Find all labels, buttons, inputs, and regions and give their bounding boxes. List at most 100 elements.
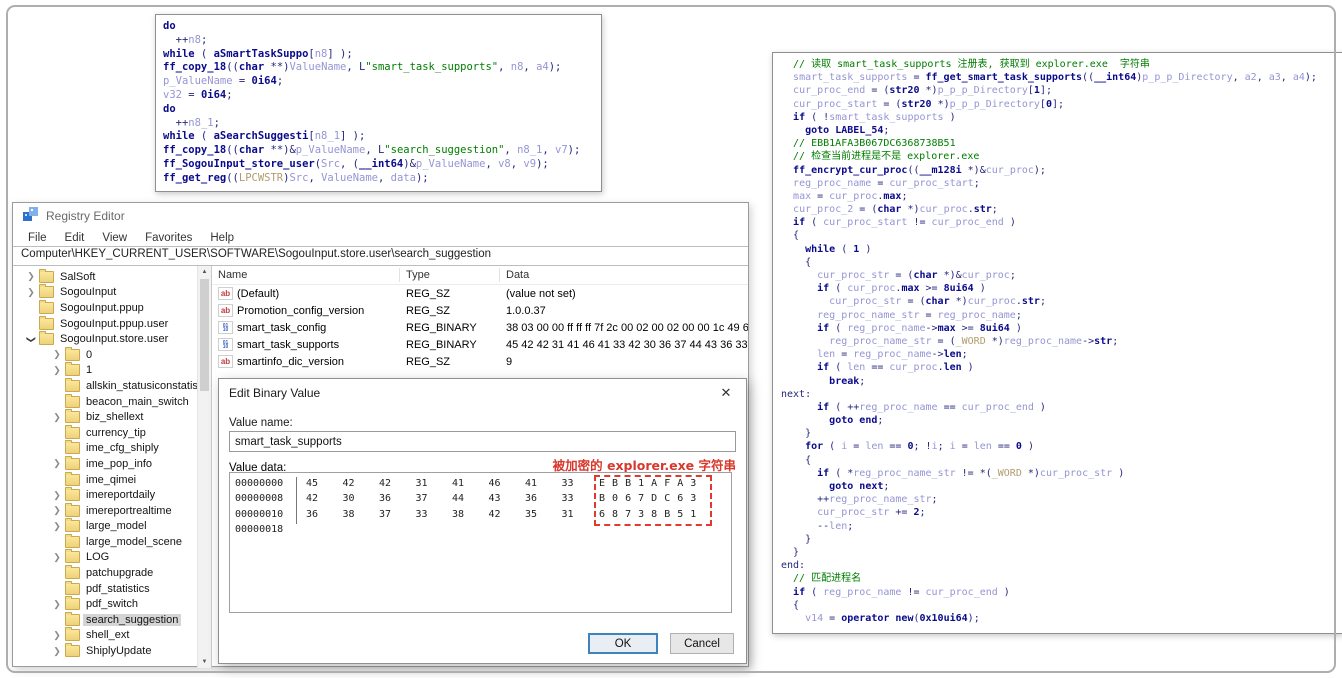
- value-data: 1.0.0.37: [506, 304, 546, 317]
- tree-item-label: SogouInput.ppup: [60, 301, 144, 314]
- value-data: 9: [506, 355, 513, 368]
- hex-byte[interactable]: 43: [480, 491, 517, 506]
- hex-byte[interactable]: 41: [516, 476, 553, 491]
- hex-byte[interactable]: 33: [407, 507, 444, 522]
- tree-item-1[interactable]: ❯ 1: [13, 362, 197, 379]
- address-bar[interactable]: Computer\HKEY_CURRENT_USER\SOFTWARE\Sogo…: [13, 247, 748, 266]
- ok-button[interactable]: OK: [588, 633, 658, 654]
- hex-byte[interactable]: 33: [553, 491, 590, 506]
- code-line: while ( aSearchSuggesti[n8_1] );: [163, 130, 366, 143]
- menu-file[interactable]: File: [19, 232, 56, 244]
- expand-icon[interactable]: ❯: [51, 521, 63, 532]
- tree-item-ime_qimei[interactable]: ime_qimei: [13, 471, 197, 488]
- menu-favorites[interactable]: Favorites: [136, 232, 201, 244]
- tree-item-pdf_switch[interactable]: ❯ pdf_switch: [13, 596, 197, 612]
- hex-byte[interactable]: 36: [370, 491, 407, 506]
- hex-byte[interactable]: 44: [443, 491, 480, 506]
- folder-icon: [65, 502, 80, 517]
- hex-byte[interactable]: 31: [407, 476, 444, 491]
- column-header-data[interactable]: Data: [500, 268, 748, 282]
- value-name-input[interactable]: [229, 431, 736, 452]
- tree-item-allskin_statusiconstatistics[interactable]: allskin_statusiconstatistics: [13, 377, 197, 394]
- dialog-titlebar[interactable]: Edit Binary Value ✕: [219, 379, 746, 407]
- hex-byte[interactable]: 41: [443, 476, 480, 491]
- menu-view[interactable]: View: [93, 232, 136, 244]
- tree-item-large_model_scene[interactable]: large_model_scene: [13, 533, 197, 550]
- hex-byte[interactable]: 35: [516, 507, 553, 522]
- hex-byte[interactable]: 45: [297, 476, 334, 491]
- registry-value-row[interactable]: ab (Default) REG_SZ (value not set): [212, 285, 748, 302]
- registry-value-row[interactable]: ab Promotion_config_version REG_SZ 1.0.0.37: [212, 302, 748, 319]
- tree-item-ShiplyUpdate[interactable]: ❯ ShiplyUpdate: [13, 643, 197, 659]
- expand-icon[interactable]: ❯: [51, 365, 63, 376]
- hex-byte[interactable]: 42: [480, 507, 517, 522]
- scroll-up-icon[interactable]: ▲: [202, 266, 208, 278]
- collapse-icon[interactable]: ❯: [26, 333, 37, 345]
- expand-icon[interactable]: ❯: [51, 458, 63, 469]
- expand-icon[interactable]: ❯: [25, 287, 37, 298]
- scrollbar-thumb[interactable]: [200, 279, 209, 391]
- code-line: v14 = operator new(0x10ui64);: [805, 612, 980, 624]
- hex-byte[interactable]: 42: [297, 491, 334, 506]
- tree-item-imereportdaily[interactable]: ❯ imereportdaily: [13, 487, 197, 503]
- menu-help[interactable]: Help: [201, 232, 243, 244]
- tree-item-imereportrealtime[interactable]: ❯ imereportrealtime: [13, 502, 197, 519]
- hex-byte[interactable]: 42: [370, 476, 407, 491]
- tree-item-beacon_main_switch[interactable]: beacon_main_switch: [13, 393, 197, 410]
- expand-icon[interactable]: ❯: [25, 271, 37, 282]
- tree-item-biz_shellext[interactable]: ❯ biz_shellext: [13, 409, 197, 425]
- hex-editor[interactable]: 00000000 45 42 42 31 41 46 41 33 E B B 1 A F A 30…: [229, 472, 732, 613]
- tree-scrollbar[interactable]: ▲ ▼: [197, 266, 211, 668]
- code-line: ++n8_1;: [163, 116, 220, 129]
- expand-icon[interactable]: ❯: [51, 599, 63, 610]
- tree-item-patchupgrade[interactable]: patchupgrade: [13, 565, 197, 581]
- column-header-name[interactable]: Name: [212, 268, 400, 282]
- value-type: REG_SZ: [406, 304, 451, 317]
- expand-icon[interactable]: ❯: [51, 646, 63, 657]
- tree-item-label: imereportrealtime: [86, 504, 172, 517]
- menu-edit[interactable]: Edit: [56, 232, 94, 244]
- tree-item-pdf_statistics[interactable]: pdf_statistics: [13, 580, 197, 597]
- hex-byte[interactable]: 38: [443, 507, 480, 522]
- hex-byte[interactable]: 36: [516, 491, 553, 506]
- scroll-down-icon[interactable]: ▼: [202, 656, 208, 668]
- tree-item-search_suggestion[interactable]: search_suggestion: [13, 611, 197, 628]
- hex-byte[interactable]: 33: [553, 476, 590, 491]
- tree-item-shell_ext[interactable]: ❯ shell_ext: [13, 627, 197, 644]
- tree-item-SalSoft[interactable]: ❯ SalSoft: [13, 268, 197, 285]
- registry-value-row[interactable]: ab smartinfo_dic_version REG_SZ 9: [212, 353, 748, 370]
- tree-item-ime_pop_info[interactable]: ❯ ime_pop_info: [13, 455, 197, 472]
- registry-value-row[interactable]: 01 10 smart_task_supports REG_BINARY 45 42 …: [212, 336, 748, 353]
- hex-byte[interactable]: 36: [297, 507, 334, 522]
- close-icon[interactable]: ✕: [706, 379, 746, 407]
- expand-icon[interactable]: ❯: [51, 505, 63, 516]
- tree-item-large_model[interactable]: ❯ large_model: [13, 518, 197, 535]
- tree-item-currency_tip[interactable]: currency_tip: [13, 424, 197, 441]
- column-header-type[interactable]: Type: [400, 268, 500, 282]
- expand-icon[interactable]: ❯: [51, 630, 63, 641]
- dialog-title: Edit Binary Value: [229, 386, 321, 400]
- hex-byte[interactable]: 37: [370, 507, 407, 522]
- expand-icon[interactable]: ❯: [51, 412, 63, 423]
- expand-icon[interactable]: ❯: [51, 552, 63, 563]
- expand-icon[interactable]: ❯: [51, 349, 63, 360]
- tree-item-SogouInput.ppup.user[interactable]: SogouInput.ppup.user: [13, 315, 197, 332]
- hex-byte[interactable]: 42: [334, 476, 371, 491]
- hex-byte[interactable]: 38: [334, 507, 371, 522]
- cancel-button[interactable]: Cancel: [670, 633, 734, 654]
- tree-item-0[interactable]: ❯ 0: [13, 346, 197, 363]
- tree-item-LOG[interactable]: ❯ LOG: [13, 549, 197, 566]
- registry-titlebar[interactable]: Registry Editor: [13, 203, 748, 229]
- hex-byte[interactable]: 46: [480, 476, 517, 491]
- code-line: if ( !smart_task_supports ): [793, 111, 956, 123]
- code-line: reg_proc_name_str = (_WORD *)reg_proc_na…: [829, 335, 1119, 347]
- hex-byte[interactable]: 31: [553, 507, 590, 522]
- tree-item-SogouInput.store.user[interactable]: ❯ SogouInput.store.user: [13, 331, 197, 347]
- expand-icon[interactable]: ❯: [51, 490, 63, 501]
- hex-byte[interactable]: 30: [334, 491, 371, 506]
- tree-item-ime_cfg_shiply[interactable]: ime_cfg_shiply: [13, 440, 197, 457]
- registry-value-row[interactable]: 01 10 smart_task_config REG_BINARY 38 03 00…: [212, 319, 748, 336]
- tree-item-SogouInput[interactable]: ❯ SogouInput: [13, 284, 197, 301]
- hex-byte[interactable]: 37: [407, 491, 444, 506]
- tree-item-SogouInput.ppup[interactable]: SogouInput.ppup: [13, 299, 197, 316]
